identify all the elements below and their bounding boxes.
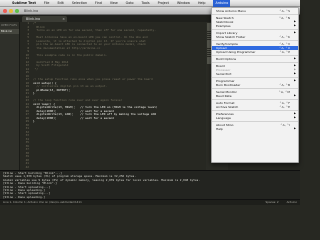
menubar-item-window[interactable]: Window [177, 0, 190, 7]
menu-item-help[interactable]: Help ▶ [212, 127, 298, 131]
menu-separator [212, 29, 298, 31]
build-console: [Stino - Start building "Blink"...] Sketc… [0, 170, 300, 199]
app-menu[interactable]: Sublime Text [12, 0, 36, 7]
menu-item-upload-using-programmer[interactable]: Upload Using Programmer ⌃A, ⌃P [212, 50, 298, 54]
menu-item-label: Burn Bootloader [216, 83, 241, 87]
menu-separator [212, 55, 298, 57]
menu-item-show-sketch-folder[interactable]: Show Sketch Folder ⌃A, ⌃K [212, 35, 298, 39]
status-syntax[interactable]: Arduino [287, 200, 297, 205]
menu-separator [212, 98, 298, 100]
menu-separator [212, 120, 298, 122]
menu-bar: Sublime Text File Edit Selection Find View Got… [0, 0, 300, 7]
submenu-arrow-icon: ▶ [294, 72, 296, 76]
submenu-arrow-icon: ▶ [294, 93, 296, 97]
zoom-window-button[interactable] [15, 9, 19, 13]
menubar-item-project[interactable]: Project [158, 0, 169, 7]
menubar-item-selection[interactable]: Selection [72, 0, 87, 7]
code-editor[interactable]: /* Blink Turns on an LED on for one seco… [30, 22, 206, 170]
close-window-button[interactable] [3, 9, 7, 13]
menu-item-shortcut: ⌃A, ⌃K [279, 35, 290, 40]
menubar-item-arduino[interactable]: Arduino [213, 0, 231, 7]
menubar-item-view[interactable]: View [110, 0, 118, 7]
menu-item-label: Examples [216, 24, 231, 29]
code-line: } [33, 120, 35, 123]
submenu-arrow-icon: ▶ [294, 56, 296, 60]
window-title: Blink.ino [24, 9, 39, 13]
menu-item-examples[interactable]: Examples ▶ [212, 24, 298, 28]
menubar-item-file[interactable]: File [44, 0, 50, 7]
menubar-item-edit[interactable]: Edit [57, 0, 63, 7]
menu-item-label: Help [216, 126, 223, 131]
menu-separator [212, 87, 298, 89]
menubar-item-goto[interactable]: Goto [126, 0, 134, 7]
status-position: Line 1, Column 1; Arduino Uno on /dev/cu… [3, 200, 82, 204]
menu-item-build-options[interactable]: Build Options ▶ [212, 57, 298, 61]
arduino-dropdown-menu: Show Arduino Menu ⌃A, ⌃S New Sketch ⌃A, ⌃N S… [211, 7, 299, 163]
menu-item-label: Upload Using Programmer [216, 50, 256, 55]
menu-item-show-arduino-menu[interactable]: Show Arduino Menu ⌃A, ⌃S [212, 9, 298, 13]
menu-separator [212, 13, 298, 15]
menubar-item-tools[interactable]: Tools [142, 0, 150, 7]
status-indentation[interactable]: Spaces: 2 [266, 200, 279, 205]
menu-item-language[interactable]: Language ▶ [212, 116, 298, 120]
menubar-item-find[interactable]: Find [95, 0, 102, 7]
menu-item-label: Build Options [216, 56, 237, 61]
status-bar: Line 1, Column 1; Arduino Uno on /dev/cu… [0, 199, 300, 205]
menu-separator [212, 40, 298, 42]
minimize-window-button[interactable] [9, 9, 13, 13]
menu-item-shortcut: ⌃A, ⌃B [278, 83, 290, 87]
menu-item-serial-port[interactable]: Serial Port ▶ [212, 72, 298, 76]
submenu-arrow-icon: ▶ [294, 115, 296, 119]
menu-item-archive-sketch[interactable]: Archive Sketch ⌃A, ⌃E [212, 105, 298, 109]
menu-item-shortcut: ⌃A, ⌃E [279, 104, 290, 109]
sidebar-header: OPEN FILES [1, 24, 17, 27]
sidebar-file-blink[interactable]: Blink.ino [0, 29, 19, 34]
menu-item-shortcut: ⌃A, ⌃S [279, 9, 290, 13]
line-number: 42 [25, 164, 29, 169]
menu-item-label: Language [216, 115, 231, 120]
menu-item-label: Show Arduino Menu [216, 9, 246, 13]
menubar-item-help[interactable]: Help [198, 0, 206, 7]
menu-separator [212, 109, 298, 111]
menu-item-burn-bootloader[interactable]: Burn Bootloader ⌃A, ⌃B [212, 83, 298, 87]
submenu-arrow-icon: ▶ [294, 126, 296, 130]
menu-item-baud-rate[interactable]: Baud Rate ▶ [212, 94, 298, 98]
sidebar: OPEN FILES Blink.ino [0, 22, 20, 170]
menu-separator [212, 77, 298, 79]
line-number-gutter: 1 2 3 4 5 6 7 8 9 10 11 12 13 14 15 16 17 18 19 20 21 22 23 24 2… [20, 21, 30, 170]
menu-item-label: Show Sketch Folder [216, 35, 246, 40]
submenu-arrow-icon: ▶ [294, 24, 296, 28]
menu-item-label: Archive Sketch [216, 104, 239, 109]
menu-item-label: Baud Rate [216, 93, 232, 98]
menu-item-shortcut: ⌃A, ⌃P [279, 50, 290, 55]
menu-separator [212, 61, 298, 63]
menu-item-label: Serial Port [216, 72, 232, 77]
